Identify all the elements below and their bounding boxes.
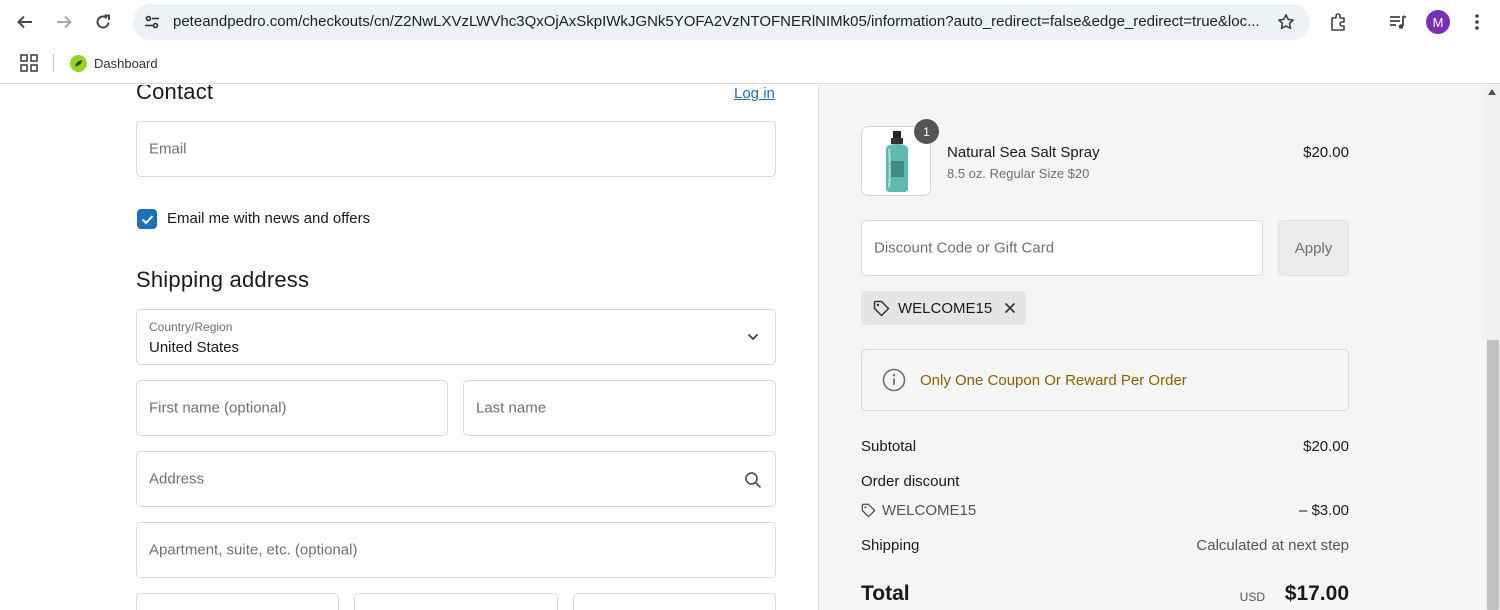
scroll-thumb[interactable] bbox=[1487, 340, 1499, 610]
reload-button[interactable] bbox=[89, 9, 117, 35]
order-summary: 1 Natural Sea Salt Spray 8.5 oz. Regular… bbox=[818, 85, 1485, 610]
last-name-placeholder: Last name bbox=[476, 399, 547, 417]
country-value: United States bbox=[149, 339, 240, 356]
first-name-field[interactable]: First name (optional) bbox=[136, 380, 448, 436]
email-field[interactable]: Email bbox=[136, 121, 776, 177]
bookmark-dashboard[interactable]: Dashboard bbox=[70, 52, 158, 74]
zip-field[interactable] bbox=[573, 593, 776, 610]
city-field[interactable] bbox=[136, 593, 339, 610]
puzzle-icon bbox=[1331, 13, 1345, 31]
country-select[interactable]: Country/Region United States bbox=[136, 309, 776, 365]
country-label: Country/Region bbox=[149, 320, 233, 334]
applied-code-text: WELCOME15 bbox=[898, 299, 993, 317]
forward-button[interactable] bbox=[50, 9, 78, 35]
product-price: $20.00 bbox=[1303, 144, 1349, 161]
state-select[interactable] bbox=[354, 593, 558, 610]
coupon-notice-text: Only One Coupon Or Reward Per Order bbox=[920, 372, 1187, 389]
tag-icon bbox=[861, 503, 876, 518]
discount-amount: – $3.00 bbox=[1298, 502, 1349, 519]
remove-discount-icon[interactable] bbox=[1004, 302, 1016, 314]
quantity-badge: 1 bbox=[914, 119, 939, 144]
shipping-label: Shipping bbox=[861, 537, 920, 554]
discount-code-row: WELCOME15 bbox=[861, 502, 976, 519]
apply-discount-button[interactable]: Apply bbox=[1278, 220, 1349, 276]
coupon-notice: Only One Coupon Or Reward Per Order bbox=[861, 349, 1349, 411]
info-icon bbox=[882, 368, 906, 392]
email-placeholder: Email bbox=[149, 140, 187, 158]
shipping-value: Calculated at next step bbox=[1196, 537, 1349, 554]
more-vertical-icon bbox=[1475, 14, 1479, 30]
address-placeholder: Address bbox=[149, 470, 205, 488]
search-icon bbox=[745, 472, 762, 489]
scroll-up-arrow-icon[interactable] bbox=[1488, 89, 1496, 95]
apartment-field[interactable]: Apartment, suite, etc. (optional) bbox=[136, 522, 776, 578]
extensions-button[interactable] bbox=[1326, 9, 1352, 35]
page-scrollbar[interactable] bbox=[1485, 85, 1500, 610]
first-name-placeholder: First name (optional) bbox=[149, 399, 287, 417]
browser-toolbar: peteandpedro.com/checkouts/cn/Z2NwLXVzLW… bbox=[0, 0, 1500, 44]
product-variant: 8.5 oz. Regular Size $20 bbox=[947, 166, 1090, 181]
media-button[interactable] bbox=[1385, 9, 1411, 35]
newsletter-checkbox[interactable] bbox=[137, 209, 157, 229]
checkout-form: Contact Log in Email Email me with news … bbox=[0, 85, 818, 610]
reload-icon bbox=[96, 14, 110, 29]
discount-code-field[interactable]: Discount Code or Gift Card bbox=[861, 220, 1263, 276]
apartment-placeholder: Apartment, suite, etc. (optional) bbox=[149, 541, 358, 559]
discount-code-text: WELCOME15 bbox=[882, 502, 977, 519]
last-name-field[interactable]: Last name bbox=[463, 380, 776, 436]
discount-placeholder: Discount Code or Gift Card bbox=[874, 239, 1055, 257]
bookmarks-divider bbox=[53, 54, 54, 72]
address-field[interactable]: Address bbox=[136, 451, 776, 507]
subtotal-value: $20.00 bbox=[1303, 438, 1349, 455]
bookmark-label: Dashboard bbox=[94, 55, 158, 71]
url-text[interactable]: peteandpedro.com/checkouts/cn/Z2NwLXVzLW… bbox=[173, 13, 1263, 30]
checkmark-icon bbox=[141, 214, 153, 224]
profile-avatar[interactable]: M bbox=[1426, 10, 1450, 34]
subtotal-label: Subtotal bbox=[861, 438, 917, 455]
back-arrow-icon bbox=[17, 15, 32, 29]
product-name: Natural Sea Salt Spray bbox=[947, 144, 1100, 161]
newsletter-label[interactable]: Email me with news and offers bbox=[167, 210, 370, 227]
playlist-music-icon bbox=[1390, 15, 1407, 29]
bookmark-star-button[interactable] bbox=[1276, 12, 1296, 32]
applied-discount-tag: WELCOME15 bbox=[861, 291, 1027, 325]
browser-menu-button[interactable] bbox=[1464, 9, 1490, 35]
order-discount-label: Order discount bbox=[861, 473, 960, 490]
contact-heading: Contact bbox=[136, 85, 214, 104]
shipping-heading: Shipping address bbox=[136, 267, 310, 292]
back-button[interactable] bbox=[11, 9, 39, 35]
tune-icon bbox=[145, 15, 159, 29]
forward-arrow-icon bbox=[57, 15, 72, 29]
bookmarks-bar: Dashboard bbox=[0, 44, 1500, 84]
tag-icon bbox=[873, 300, 890, 316]
dashboard-favicon-icon bbox=[70, 54, 87, 72]
apps-grid-icon[interactable] bbox=[20, 54, 38, 72]
star-icon bbox=[1278, 14, 1294, 30]
chevron-down-icon bbox=[747, 333, 759, 341]
login-link[interactable]: Log in bbox=[734, 85, 775, 102]
checkout-page: Contact Log in Email Email me with news … bbox=[0, 85, 1500, 610]
site-info-button[interactable] bbox=[139, 9, 165, 35]
address-bar[interactable]: peteandpedro.com/checkouts/cn/Z2NwLXVzLW… bbox=[133, 4, 1310, 40]
total-currency: USD bbox=[1239, 590, 1265, 604]
total-value: $17.00 bbox=[1284, 582, 1349, 605]
total-label: Total bbox=[861, 582, 910, 605]
